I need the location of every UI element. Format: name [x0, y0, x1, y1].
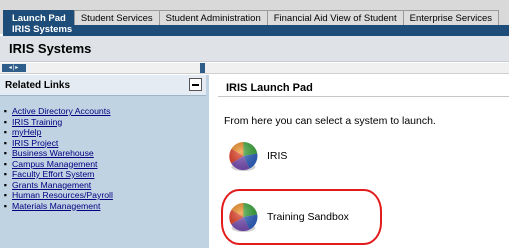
list-item: ▪ Grants Management: [0, 180, 206, 191]
minimize-icon[interactable]: [189, 78, 202, 91]
frame-toolbar: ◂|▸: [0, 63, 509, 74]
link-active-directory-accounts[interactable]: Active Directory Accounts: [12, 106, 111, 117]
bullet-icon: ▪: [3, 137, 7, 148]
list-item: ▪ Faculty Effort System: [0, 169, 206, 180]
related-links-panel: Related Links ▪ Active Directory Accounts…: [0, 75, 209, 248]
bullet-icon: ▪: [3, 190, 7, 201]
list-item: ▪ Campus Management: [0, 159, 206, 170]
subtab-iris-systems[interactable]: IRIS Systems: [12, 24, 72, 36]
link-materials-management[interactable]: Materials Management: [12, 201, 100, 212]
related-links-title: Related Links: [5, 80, 71, 91]
list-item: ▪ IRIS Training: [0, 117, 206, 128]
iris-logo-icon: [229, 142, 258, 171]
tab-launch-pad[interactable]: Launch Pad: [3, 10, 75, 25]
tab-student-administration[interactable]: Student Administration: [158, 10, 268, 25]
list-item: ▪ Business Warehouse: [0, 148, 206, 159]
link-iris-training[interactable]: IRIS Training: [12, 117, 62, 128]
link-myhelp[interactable]: myHelp: [12, 127, 41, 138]
tab-enterprise-services[interactable]: Enterprise Services: [402, 10, 499, 25]
bullet-icon: ▪: [3, 169, 7, 180]
bullet-icon: ▪: [3, 127, 7, 138]
link-grants-management[interactable]: Grants Management: [12, 180, 91, 191]
bullet-icon: ▪: [3, 158, 7, 169]
link-campus-management[interactable]: Campus Management: [12, 159, 97, 170]
page-title-bar: IRIS Systems: [0, 36, 509, 62]
bullet-icon: ▪: [3, 116, 7, 127]
link-business-warehouse[interactable]: Business Warehouse: [12, 148, 94, 159]
launch-pad-title: IRIS Launch Pad: [226, 82, 313, 94]
frame-splitter-handle[interactable]: [200, 63, 205, 73]
tab-list: Launch Pad Student Services Student Admi…: [3, 10, 499, 25]
link-human-resources-payroll[interactable]: Human Resources/Payroll: [12, 190, 113, 201]
launch-pad-intro: From here you can select a system to lau…: [224, 115, 436, 127]
highlight-annotation: [221, 189, 382, 245]
related-links-list: ▪ Active Directory Accounts ▪ IRIS Trainin…: [0, 106, 206, 211]
bullet-icon: ▪: [3, 106, 7, 117]
list-item: ▪ IRIS Project: [0, 138, 206, 149]
launch-iris-button[interactable]: IRIS: [227, 140, 507, 172]
subtab-bar: IRIS Systems: [3, 24, 509, 36]
bullet-icon: ▪: [3, 200, 7, 211]
list-item: ▪ myHelp: [0, 127, 206, 138]
tab-student-services[interactable]: Student Services: [73, 10, 160, 25]
bullet-icon: ▪: [3, 179, 7, 190]
bullet-icon: ▪: [3, 148, 7, 159]
tab-financial-aid-view[interactable]: Financial Aid View of Student: [266, 10, 404, 25]
link-faculty-effort-system[interactable]: Faculty Effort System: [12, 169, 94, 180]
list-item: ▪ Active Directory Accounts: [0, 106, 206, 117]
divider: [218, 96, 509, 97]
page-title: IRIS Systems: [9, 41, 92, 56]
link-iris-project[interactable]: IRIS Project: [12, 138, 58, 149]
top-navigation: Launch Pad Student Services Student Admi…: [0, 0, 509, 36]
list-item: ▪ Human Resources/Payroll: [0, 190, 206, 201]
frame-collapse-control[interactable]: ◂|▸: [2, 64, 26, 72]
system-label-iris: IRIS: [267, 150, 288, 162]
related-links-header: Related Links: [0, 75, 206, 96]
list-item: ▪ Materials Management: [0, 201, 206, 212]
